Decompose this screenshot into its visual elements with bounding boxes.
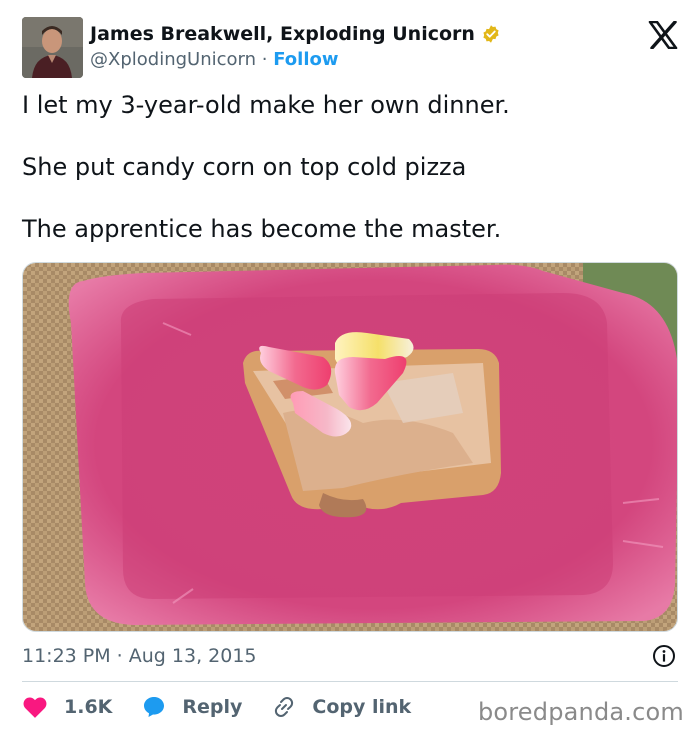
action-bar: 1.6K Reply Copy link bbox=[22, 691, 441, 723]
avatar[interactable] bbox=[22, 17, 83, 78]
tweet-meta: 11:23 PM · Aug 13, 2015 bbox=[22, 642, 678, 670]
tweet-text: I let my 3-year-old make her own dinner.… bbox=[22, 90, 672, 276]
separator: · bbox=[261, 49, 268, 70]
heart-icon bbox=[23, 697, 47, 718]
tweet-line: I let my 3-year-old make her own dinner. bbox=[22, 91, 510, 119]
link-icon bbox=[275, 697, 294, 717]
tweet-line: The apprentice has become the master. bbox=[22, 215, 502, 243]
reply-button[interactable]: Reply bbox=[142, 695, 242, 719]
author-names: James Breakwell, Exploding Unicorn @Xplo… bbox=[90, 21, 501, 73]
x-logo-icon[interactable] bbox=[648, 21, 678, 49]
follow-button[interactable]: Follow bbox=[273, 49, 338, 70]
copy-link-label: Copy link bbox=[312, 696, 412, 718]
copy-link-button[interactable]: Copy link bbox=[272, 695, 411, 719]
reply-bubble-icon bbox=[144, 697, 165, 717]
watermark: boredpanda.com bbox=[477, 698, 684, 726]
reply-label: Reply bbox=[182, 696, 243, 718]
tweet-line: She put candy corn on top cold pizza bbox=[22, 153, 467, 181]
like-count: 1.6K bbox=[64, 696, 113, 718]
like-button[interactable]: 1.6K bbox=[22, 695, 112, 719]
display-name[interactable]: James Breakwell, Exploding Unicorn bbox=[90, 21, 475, 47]
verified-badge-icon bbox=[483, 25, 499, 43]
pizza-photo-image bbox=[23, 263, 677, 631]
timestamp[interactable]: 11:23 PM · Aug 13, 2015 bbox=[22, 645, 257, 667]
divider bbox=[22, 681, 678, 682]
info-icon[interactable] bbox=[652, 644, 676, 668]
handle-row: @XplodingUnicorn · Follow bbox=[90, 47, 501, 73]
handle[interactable]: @XplodingUnicorn bbox=[90, 49, 256, 70]
tweet-photo[interactable] bbox=[22, 262, 678, 632]
tweet-header: James Breakwell, Exploding Unicorn @Xplo… bbox=[22, 17, 682, 79]
